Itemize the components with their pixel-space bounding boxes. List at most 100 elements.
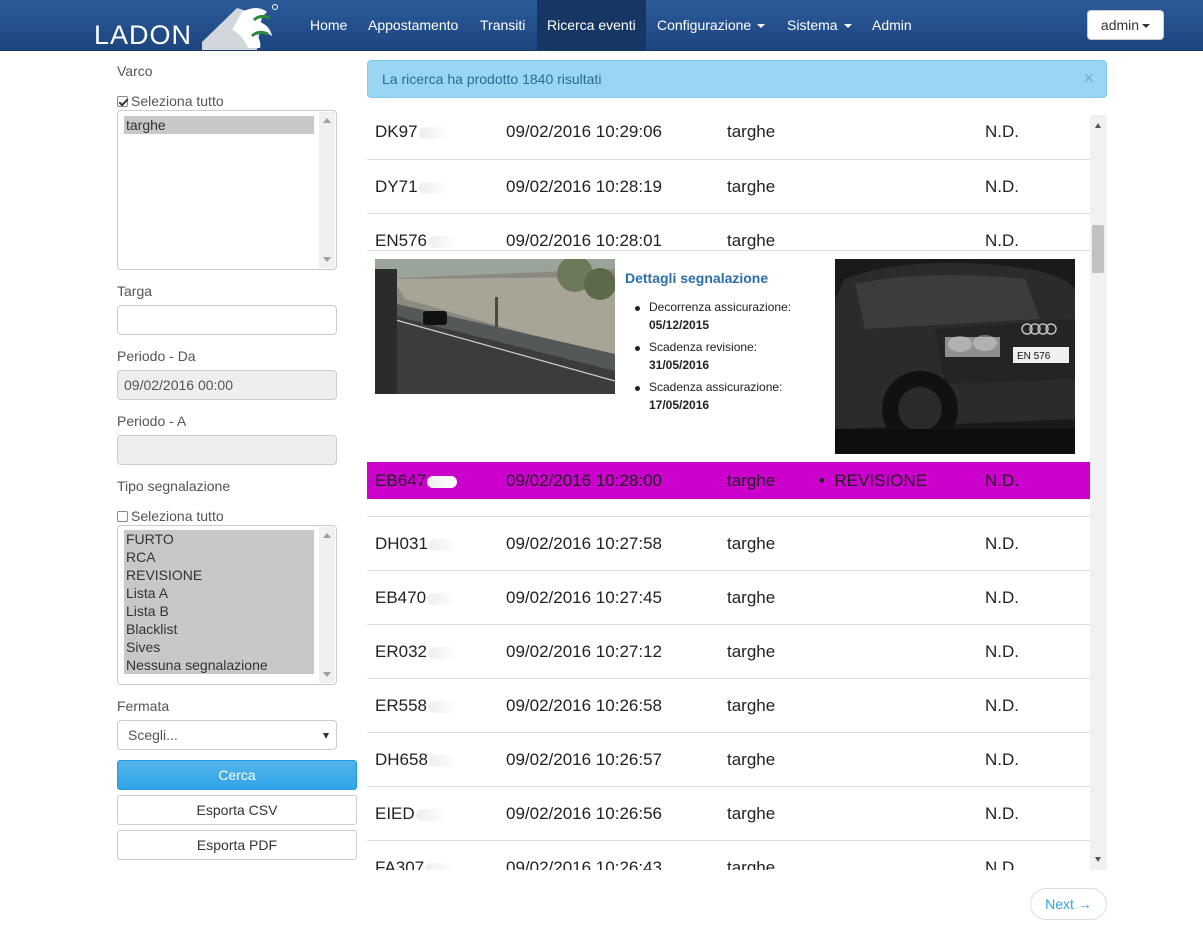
results-alert: La ricerca ha prodotto 1840 risultati × bbox=[367, 60, 1107, 98]
tipo-option[interactable]: REVISIONE bbox=[124, 566, 314, 584]
checkbox[interactable] bbox=[117, 95, 128, 107]
varco-cell: targhe bbox=[727, 122, 776, 141]
context-photo[interactable] bbox=[375, 259, 615, 394]
tipo-segnalazione-listbox[interactable]: FURTO RCA REVISIONE Lista A Lista B Blac… bbox=[117, 525, 337, 685]
checkbox[interactable] bbox=[117, 510, 128, 522]
nav-sistema[interactable]: Sistema bbox=[777, 0, 862, 51]
scroll-up-icon[interactable] bbox=[1095, 123, 1101, 128]
status-cell: N.D. bbox=[985, 750, 1019, 769]
scroll-up-icon[interactable] bbox=[323, 533, 331, 538]
redaction-mask bbox=[418, 181, 449, 194]
datetime-cell: 09/02/2016 10:26:56 bbox=[506, 804, 662, 823]
periodo-da-label: Periodo - Da bbox=[117, 348, 196, 364]
varco-select-all[interactable]: Seleziona tutto bbox=[117, 93, 224, 109]
scroll-down-icon[interactable] bbox=[323, 257, 331, 262]
varco-cell: targhe bbox=[727, 804, 776, 823]
nav-configurazione[interactable]: Configurazione bbox=[647, 0, 775, 51]
table-row[interactable]: ER558 09/02/2016 10:26:58 targhe N.D. bbox=[367, 678, 1090, 732]
table-row[interactable]: DK97 09/02/2016 10:29:06 targhe N.D. bbox=[367, 115, 1090, 159]
tipo-option[interactable]: Blacklist bbox=[124, 620, 314, 638]
table-row[interactable]: FA307 09/02/2016 10:26:43 targhe N.D. bbox=[367, 840, 1090, 870]
tipo-option[interactable]: Lista A bbox=[124, 584, 314, 602]
nav-transiti[interactable]: Transiti bbox=[470, 0, 535, 51]
tipo-option[interactable]: Nessuna segnalazione bbox=[124, 656, 314, 674]
table-row[interactable]: ER032 09/02/2016 10:27:12 targhe N.D. bbox=[367, 624, 1090, 678]
tipo-option[interactable]: Lista B bbox=[124, 602, 314, 620]
nav-home[interactable]: Home bbox=[300, 0, 357, 51]
user-menu-button[interactable]: admin bbox=[1087, 10, 1164, 40]
plate-cell: DK97 bbox=[375, 122, 449, 142]
redaction-mask bbox=[427, 646, 458, 659]
detail-item-value: 17/05/2016 bbox=[649, 398, 710, 412]
tipo-select-all[interactable]: Seleziona tutto bbox=[117, 508, 224, 524]
varco-select-all-label: Seleziona tutto bbox=[131, 93, 224, 109]
plate-camera-photo[interactable]: EN 576 bbox=[835, 259, 1075, 454]
status-cell: N.D. bbox=[985, 642, 1019, 661]
chevron-down-icon bbox=[1142, 24, 1151, 29]
next-page-button[interactable]: Next → bbox=[1030, 888, 1107, 920]
plate-text: FA307 bbox=[375, 858, 425, 870]
targa-input[interactable] bbox=[117, 305, 337, 335]
varco-option[interactable]: targhe bbox=[124, 116, 314, 134]
varco-listbox[interactable]: targhe bbox=[117, 110, 337, 270]
nav-admin[interactable]: Admin bbox=[862, 0, 922, 51]
plate-text: DH031 bbox=[375, 534, 428, 553]
detail-item-label: Scadenza revisione: bbox=[649, 340, 758, 354]
datetime-cell: 09/02/2016 10:27:12 bbox=[506, 642, 662, 661]
redaction-mask bbox=[427, 700, 458, 713]
scroll-up-icon[interactable] bbox=[323, 118, 331, 123]
plate-cell: EN576 bbox=[375, 231, 458, 251]
plate-cell: EIED bbox=[375, 804, 446, 824]
alert-cell: • REVISIONE bbox=[819, 471, 927, 490]
tipo-option[interactable]: FURTO bbox=[124, 530, 314, 548]
ladon-logo[interactable]: LADON bbox=[92, 2, 282, 50]
table-row-highlighted[interactable]: EB647 09/02/2016 10:28:00 targhe • REVIS… bbox=[367, 462, 1090, 499]
street-scene-image bbox=[375, 259, 615, 394]
datetime-cell: 09/02/2016 10:26:43 bbox=[506, 858, 662, 870]
detail-item-label: Decorrenza assicurazione: bbox=[649, 300, 792, 314]
fermata-select[interactable]: Scegli... bbox=[117, 720, 337, 750]
chevron-down-icon bbox=[843, 24, 852, 29]
table-row[interactable]: EN576 09/02/2016 10:28:01 targhe N.D. bbox=[367, 213, 1090, 250]
varco-cell: targhe bbox=[727, 642, 776, 661]
event-detail-panel: Dettagli segnalazione Decorrenza assicur… bbox=[367, 250, 1090, 460]
status-cell: N.D. bbox=[985, 534, 1019, 553]
detail-list: Decorrenza assicurazione: 05/12/2015 Scad… bbox=[635, 300, 791, 420]
varco-cell: targhe bbox=[727, 588, 776, 607]
dropdown-arrow-icon bbox=[323, 733, 329, 739]
table-row[interactable]: DH658 09/02/2016 10:26:57 targhe N.D. bbox=[367, 732, 1090, 786]
export-pdf-button[interactable]: Esporta PDF bbox=[117, 830, 357, 860]
plate-cell: EB470 bbox=[375, 588, 458, 608]
datetime-cell: 09/02/2016 10:26:57 bbox=[506, 750, 662, 769]
listbox-scrollbar[interactable] bbox=[319, 112, 335, 268]
periodo-da-input[interactable]: 09/02/2016 00:00 bbox=[117, 370, 337, 400]
scroll-down-icon[interactable] bbox=[1095, 857, 1101, 862]
table-row[interactable]: EB470 09/02/2016 10:27:45 targhe N.D. bbox=[367, 570, 1090, 624]
fermata-selected: Scegli... bbox=[128, 727, 178, 743]
tipo-option[interactable]: RCA bbox=[124, 548, 314, 566]
status-cell: N.D. bbox=[985, 122, 1019, 141]
plate-cell: DH031 bbox=[375, 534, 459, 554]
nav-ricerca-eventi[interactable]: Ricerca eventi bbox=[537, 0, 646, 51]
export-csv-button[interactable]: Esporta CSV bbox=[117, 795, 357, 825]
table-row[interactable]: DH031 09/02/2016 10:27:58 targhe N.D. bbox=[367, 516, 1090, 570]
redaction-mask bbox=[427, 592, 458, 605]
plate-text: EIED bbox=[375, 804, 415, 823]
detail-item: Scadenza revisione: 31/05/2016 bbox=[635, 340, 791, 380]
table-row[interactable]: DY71 09/02/2016 10:28:19 targhe N.D. bbox=[367, 159, 1090, 213]
table-row[interactable]: EIED 09/02/2016 10:26:56 targhe N.D. bbox=[367, 786, 1090, 840]
scrollbar-thumb[interactable] bbox=[1092, 225, 1104, 273]
plate-text: EN576 bbox=[375, 231, 427, 250]
plate-text: ER558 bbox=[375, 696, 427, 715]
search-button[interactable]: Cerca bbox=[117, 760, 357, 790]
plate-cell: ER558 bbox=[375, 696, 458, 716]
close-icon[interactable]: × bbox=[1083, 68, 1094, 89]
scroll-down-icon[interactable] bbox=[323, 672, 331, 677]
varco-cell: targhe bbox=[727, 750, 776, 769]
status-cell: N.D. bbox=[985, 231, 1019, 250]
periodo-a-input[interactable] bbox=[117, 435, 337, 465]
results-scrollbar[interactable] bbox=[1090, 115, 1107, 870]
nav-appostamento[interactable]: Appostamento bbox=[358, 0, 468, 51]
listbox-scrollbar[interactable] bbox=[319, 527, 335, 683]
tipo-option[interactable]: Sives bbox=[124, 638, 314, 656]
